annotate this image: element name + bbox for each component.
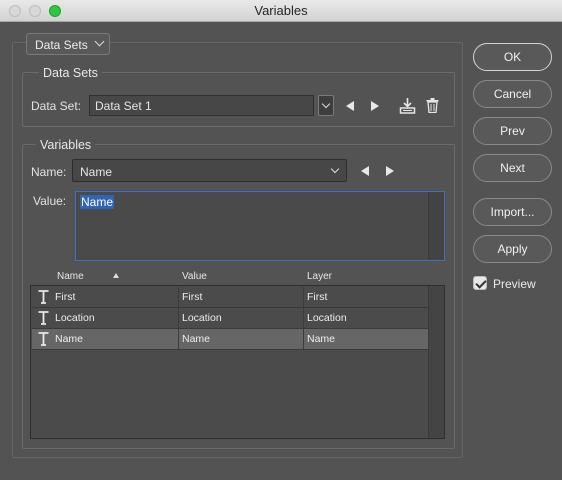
table-row-selected[interactable]: Name Name Name bbox=[32, 329, 429, 350]
cancel-button[interactable]: Cancel bbox=[473, 80, 552, 108]
column-header-name[interactable]: Name bbox=[57, 271, 84, 282]
name-cell: Location bbox=[32, 308, 179, 328]
previous-variable-button[interactable] bbox=[361, 166, 369, 176]
layer-cell: Name bbox=[307, 333, 336, 345]
preview-checkbox[interactable] bbox=[473, 276, 487, 290]
name-cell-text: First bbox=[55, 291, 76, 303]
variables-group-title: Variables bbox=[36, 138, 96, 152]
chevron-down-icon bbox=[330, 164, 340, 174]
name-cell-text: Name bbox=[55, 333, 84, 345]
data-set-input[interactable]: Data Set 1 bbox=[89, 95, 314, 116]
layer-cell: First bbox=[307, 291, 328, 303]
mode-dropdown[interactable]: Data Sets bbox=[26, 33, 110, 55]
next-button[interactable]: Next bbox=[473, 154, 552, 182]
name-cell: Name bbox=[32, 329, 179, 349]
column-header-layer[interactable]: Layer bbox=[307, 271, 332, 282]
data-set-dropdown-button[interactable] bbox=[318, 95, 334, 116]
text-layer-icon bbox=[38, 311, 49, 325]
text-layer-icon bbox=[38, 290, 49, 304]
next-data-set-button[interactable] bbox=[371, 101, 379, 111]
table-scrollbar[interactable] bbox=[428, 286, 444, 438]
value-cell: Location bbox=[179, 308, 304, 328]
value-label: Value: bbox=[33, 194, 67, 208]
value-scrollbar[interactable] bbox=[428, 192, 444, 260]
next-variable-button[interactable] bbox=[386, 166, 394, 176]
name-cell-text: Location bbox=[55, 312, 95, 324]
text-layer-icon bbox=[38, 332, 49, 346]
sort-ascending-icon bbox=[113, 273, 119, 278]
table-row[interactable]: Location Location Location bbox=[32, 308, 429, 329]
previous-data-set-button[interactable] bbox=[346, 101, 354, 111]
value-cell: First bbox=[179, 287, 304, 307]
apply-button[interactable]: Apply bbox=[473, 235, 552, 263]
title-bar: Variables bbox=[0, 0, 562, 22]
table-row[interactable]: First First First bbox=[32, 287, 429, 308]
layer-cell: Location bbox=[307, 312, 347, 324]
mode-dropdown-label: Data Sets bbox=[35, 38, 88, 52]
prev-button[interactable]: Prev bbox=[473, 117, 552, 145]
name-label: Name: bbox=[31, 165, 67, 179]
ok-button[interactable]: OK bbox=[473, 43, 552, 71]
value-textarea[interactable]: Name bbox=[75, 191, 445, 261]
data-set-input-value: Data Set 1 bbox=[95, 99, 152, 113]
chevron-down-icon bbox=[94, 36, 105, 47]
variable-name-value: Name bbox=[80, 165, 113, 179]
import-button[interactable]: Import... bbox=[473, 198, 552, 226]
window-title: Variables bbox=[254, 3, 308, 18]
chevron-down-icon bbox=[321, 99, 331, 109]
column-header-value[interactable]: Value bbox=[182, 271, 207, 282]
data-sets-group-title: Data Sets bbox=[39, 66, 102, 80]
import-data-set-icon[interactable] bbox=[399, 97, 416, 114]
trash-icon[interactable] bbox=[426, 98, 439, 113]
variables-table: First First First Location Location Loca… bbox=[30, 285, 445, 439]
name-cell: First bbox=[32, 287, 179, 307]
variable-name-select[interactable]: Name bbox=[72, 159, 347, 182]
value-text-selected: Name bbox=[80, 195, 115, 209]
value-cell: Name bbox=[179, 329, 304, 349]
preview-label: Preview bbox=[493, 277, 536, 291]
data-set-label: Data Set: bbox=[31, 99, 82, 113]
